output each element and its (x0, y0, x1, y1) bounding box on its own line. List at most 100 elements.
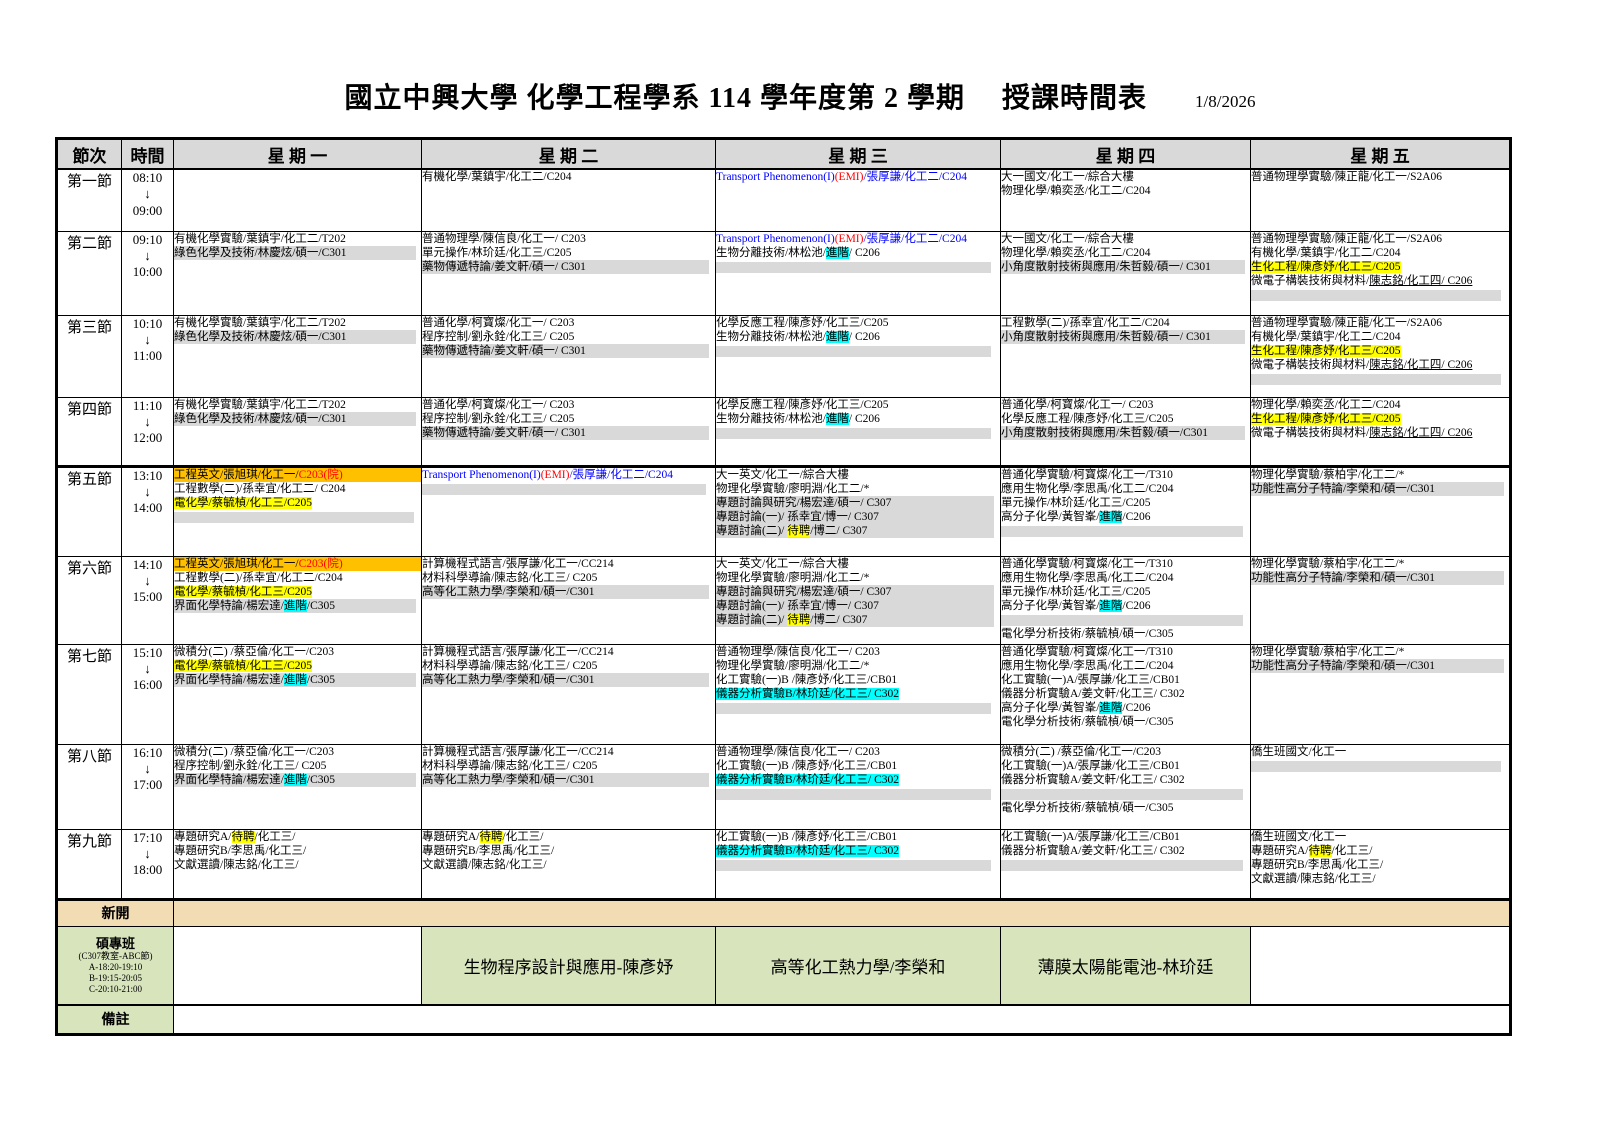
time-end: 15:00 (122, 589, 173, 605)
highlight-bar (1251, 761, 1501, 772)
course-text: 微積分(二) /蔡亞倫/化工一/C203 (1001, 746, 1161, 758)
course-text: 普通物理學/陳信良/化工一/ C203 (422, 233, 586, 245)
course-text: 普通化學/柯寶燦/化工一/ C203 (1001, 399, 1153, 411)
course-line: 藥物傳遞特論/姜文軒/碩一/ C301 (422, 426, 709, 440)
course-text: 專題研究A/ (1251, 845, 1309, 857)
highlight-bar (1251, 374, 1501, 385)
course-line: 專題討論與研究/楊宏達/碩一/ C307 (716, 585, 994, 599)
course-line: 藥物傳遞特論/姜文軒/碩一/ C301 (422, 344, 709, 358)
period-label: 第八節 (57, 744, 122, 829)
course-text: 藥物傳遞特論/姜文軒/碩一/ C301 (422, 261, 586, 273)
timetable-cell: 普通化學實驗/柯寶燦/化工一/T310應用生物化學/李思禹/化工二/C204單元… (1001, 556, 1251, 644)
timetable-cell: 普通物理學實驗/陳正龍/化工一/S2A06 (1251, 169, 1511, 231)
time-end: 18:00 (122, 862, 173, 878)
course-line: 功能性高分子特論/李榮和/碩一/C301 (1251, 659, 1504, 673)
course-line: 物理化學實驗/蔡柏宇/化工二/* (1251, 468, 1509, 482)
course-text: 功能性高分子特論/李榮和/碩一/C301 (1251, 660, 1435, 672)
course-line: 單元操作/林玠廷/化工三/C205 (422, 246, 715, 260)
timetable-cell: 普通化學/柯寶燦/化工一/ C203程序控制/劉永銓/化工三/ C205 藥物傳遞… (422, 397, 716, 466)
course-text: C203(院) (299, 558, 343, 570)
course-text: 工程英文/張旭琪/化工一/ (174, 469, 299, 481)
course-text: 進階 (826, 331, 849, 343)
time-arrow-icon: ↓ (122, 661, 173, 677)
highlight-bar (716, 703, 991, 714)
course-line: 藥物傳遞特論/姜文軒/碩一/ C301 (422, 260, 709, 274)
course-line: 單元操作/林玠廷/化工三/C205 (1001, 496, 1250, 510)
course-text: 專題研究A/ (422, 831, 480, 843)
period-row: 第四節11:10↓12:00有機化學實驗/葉鎮宇/化工二/T202綠色化學及技術… (57, 397, 1511, 466)
course-text: 物理化學實驗/廖明淵/化工二/* (716, 572, 869, 584)
course-text: 電化學分析技術/蔡毓楨/碩一/C305 (1001, 716, 1174, 728)
remark-row: 備註 (57, 1005, 1511, 1035)
col-header-period: 節次 (57, 139, 122, 170)
new-offer-content (174, 899, 1511, 926)
new-offer-row: 新開 (57, 899, 1511, 926)
course-text: 普通物理學實驗/陳正龍/化工一/S2A06 (1251, 233, 1442, 245)
course-text: 綠色化學及技術/林慶炫/碩一/C301 (174, 331, 347, 343)
timetable-cell: 物理化學實驗/蔡柏宇/化工二/*功能性高分子特論/李榮和/碩一/C301 (1251, 644, 1511, 744)
course-line: 生化工程/陳彥妤/化工三/C205 (1251, 412, 1509, 426)
course-text: 小角度散射技術與應用/朱哲毅/碩一/C301 (1001, 427, 1208, 439)
course-line: 普通化學/柯寶燦/化工一/ C203 (422, 398, 715, 412)
course-text: /C305 (307, 600, 335, 612)
course-line: 儀器分析實驗B/林玠廷/化工三/ C302 (716, 687, 1000, 701)
course-text: 普通物理學實驗/陳正龍/化工一/S2A06 (1251, 317, 1442, 329)
time-start: 10:10 (122, 316, 173, 332)
master-program-cell: 高等化工熱力學/李榮和 (716, 926, 1001, 1005)
course-line: 專題研究B/李思禹/化工三/ (174, 844, 421, 858)
course-line: 微積分(二) /蔡亞倫/化工一/C203 (1001, 745, 1250, 759)
course-line: 界面化學特論/楊宏達/進階/C305 (174, 673, 416, 687)
course-text: 專題討論(二)/ (716, 525, 787, 537)
course-text: 化工實驗(一)A/張厚謙/化工三/CB01 (1001, 760, 1180, 772)
master-program-cell (1251, 926, 1511, 1005)
course-text: 藥物傳遞特論/姜文軒/碩一/ C301 (422, 427, 586, 439)
course-line: 生物分離技術/林松池/進階/ C206 (716, 330, 1000, 344)
course-text: 有機化學/葉鎮宇/化工二/C204 (422, 171, 572, 183)
course-line: 高分子化學/黃智峯/進階/C206 (1001, 701, 1250, 715)
course-line: 大一國文/化工一/綜合大樓 (1001, 170, 1250, 184)
course-text: 普通物理學/陳信良/化工一/ C203 (716, 746, 880, 758)
course-line: 化工實驗(一)A/張厚謙/化工三/CB01 (1001, 673, 1250, 687)
timetable-cell: 物理化學實驗/蔡柏宇/化工二/*功能性高分子特論/李榮和/碩一/C301 (1251, 556, 1511, 644)
timetable-cell: 僑生班國文/化工一專題研究A/待聘/化工三/專題研究B/李思禹/化工三/文獻選讀… (1251, 829, 1511, 899)
timetable-cell: 物理化學/賴奕丞/化工二/C204生化工程/陳彥妤/化工三/C205微電子構裝技… (1251, 397, 1511, 466)
course-text: 計算機程式語言/張厚謙/化工一/CC214 (422, 746, 614, 758)
master-program-row: 碩專班(C307教室-ABC節)A-18:20-19:10B-19:15-20:… (57, 926, 1511, 1005)
course-text: 應用生物化學/李思禹/化工二/C204 (1001, 483, 1174, 495)
course-line: 界面化學特論/楊宏達/進階/C305 (174, 773, 416, 787)
col-header-day-1: 星 期 一 (174, 139, 422, 170)
timetable-cell: 大一英文/化工一/綜合大樓物理化學實驗/廖明淵/化工二/*專題討論與研究/楊宏達… (716, 466, 1001, 556)
time-end: 17:00 (122, 777, 173, 793)
course-line: 綠色化學及技術/林慶炫/碩一/C301 (174, 246, 416, 260)
course-text: 僑生班國文/化工一 (1251, 831, 1346, 843)
time-arrow-icon: ↓ (122, 761, 173, 777)
period-time: 16:10↓17:00 (122, 744, 174, 829)
timetable-page: 國立中興大學 化學工程學系 114 學年度第 2 學期 授課時間表1/8/202… (0, 0, 1600, 1131)
course-line: 化工實驗(一)B /陳彥妤/化工三/CB01 (716, 673, 1000, 687)
course-text: 材料科學導論/陳志銘/化工三/ C205 (422, 572, 597, 584)
course-line: 工程數學(二)/孫幸宜/化工二/C204 (1001, 316, 1250, 330)
course-line: 專題研究A/待聘/化工三/ (1251, 844, 1509, 858)
print-date: 1/8/2026 (1195, 92, 1255, 111)
course-text: 普通化學實驗/柯寶燦/化工一/T310 (1001, 646, 1173, 658)
course-line: 僑生班國文/化工一 (1251, 830, 1509, 844)
course-text: 普通化學/柯寶燦/化工一/ C203 (422, 317, 574, 329)
period-label: 第四節 (57, 397, 122, 466)
course-text: /C305 (307, 674, 335, 686)
period-time: 14:10↓15:00 (122, 556, 174, 644)
course-text: 程序控制/劉永銓/化工三/ C205 (422, 413, 574, 425)
time-arrow-icon: ↓ (122, 846, 173, 862)
course-line: 普通物理學實驗/陳正龍/化工一/S2A06 (1251, 316, 1509, 330)
course-line: 儀器分析實驗A/姜文軒/化工三/ C302 (1001, 687, 1250, 701)
time-arrow-icon: ↓ (122, 186, 173, 202)
course-line: 微電子構裝技術與材料/陳志銘/化工四/ C206 (1251, 274, 1509, 288)
course-text: 化工實驗(一)B /陳彥妤/化工三/CB01 (716, 674, 897, 686)
new-offer-label: 新開 (57, 899, 174, 926)
course-line: 專題討論(二)/ 待聘/博二/ C307 (716, 524, 994, 538)
timetable-cell (174, 169, 422, 231)
course-text: Transport Phenomenon(I) (716, 171, 835, 183)
course-line: 文獻選讀/陳志銘/化工三/ (1251, 872, 1509, 886)
time-start: 08:10 (122, 170, 173, 186)
highlight-bar (716, 860, 991, 871)
period-time: 09:10↓10:00 (122, 231, 174, 315)
